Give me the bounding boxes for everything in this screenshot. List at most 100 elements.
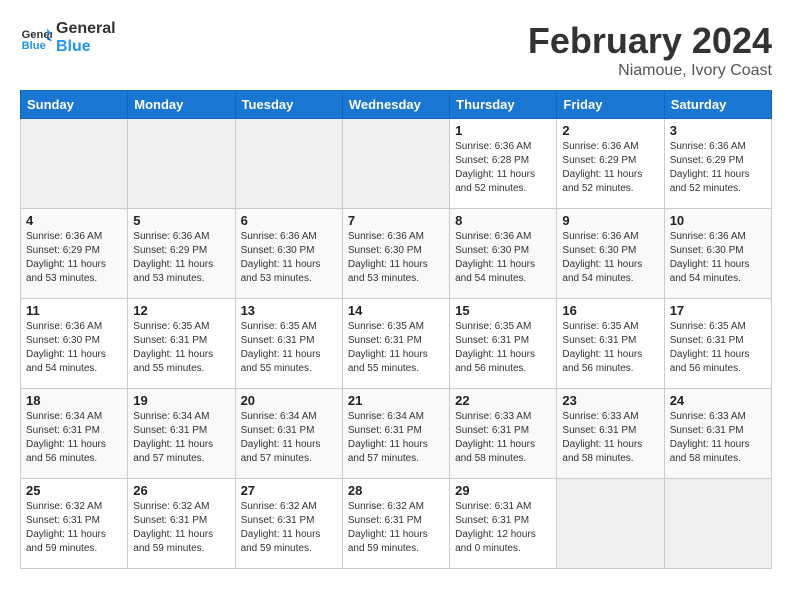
day-info: Sunrise: 6:35 AMSunset: 6:31 PMDaylight:… — [241, 320, 337, 376]
day-info: Sunrise: 6:36 AMSunset: 6:30 PMDaylight:… — [562, 230, 658, 286]
day-info: Sunrise: 6:32 AMSunset: 6:31 PMDaylight:… — [26, 500, 122, 556]
svg-text:Blue: Blue — [22, 40, 46, 52]
calendar-cell — [128, 119, 235, 209]
day-number: 23 — [562, 393, 658, 408]
day-info: Sunrise: 6:36 AMSunset: 6:29 PMDaylight:… — [670, 140, 766, 196]
calendar-cell: 16 Sunrise: 6:35 AMSunset: 6:31 PMDayligh… — [557, 299, 664, 389]
day-info: Sunrise: 6:36 AMSunset: 6:30 PMDaylight:… — [455, 230, 551, 286]
day-info: Sunrise: 6:36 AMSunset: 6:28 PMDaylight:… — [455, 140, 551, 196]
calendar-cell: 28 Sunrise: 6:32 AMSunset: 6:31 PMDayligh… — [342, 479, 449, 569]
logo-blue: Blue — [56, 38, 116, 56]
day-info: Sunrise: 6:34 AMSunset: 6:31 PMDaylight:… — [133, 410, 229, 466]
calendar-cell: 6Sunrise: 6:36 AMSunset: 6:30 PMDaylight… — [235, 209, 342, 299]
day-number: 26 — [133, 483, 229, 498]
calendar-cell — [342, 119, 449, 209]
day-info: Sunrise: 6:35 AMSunset: 6:31 PMDaylight:… — [562, 320, 658, 376]
calendar-cell: 18 Sunrise: 6:34 AMSunset: 6:31 PMDayligh… — [21, 389, 128, 479]
calendar-cell: 27 Sunrise: 6:32 AMSunset: 6:31 PMDayligh… — [235, 479, 342, 569]
day-info: Sunrise: 6:36 AMSunset: 6:29 PMDaylight:… — [133, 230, 229, 286]
calendar-week-3: 18 Sunrise: 6:34 AMSunset: 6:31 PMDayligh… — [21, 389, 772, 479]
day-info: Sunrise: 6:34 AMSunset: 6:31 PMDaylight:… — [26, 410, 122, 466]
logo: General Blue General Blue — [20, 20, 116, 56]
calendar-cell: 9Sunrise: 6:36 AMSunset: 6:30 PMDaylight… — [557, 209, 664, 299]
calendar-week-0: 1 Sunrise: 6:36 AMSunset: 6:28 PMDaylight… — [21, 119, 772, 209]
calendar-cell: 5 Sunrise: 6:36 AMSunset: 6:29 PMDaylight… — [128, 209, 235, 299]
col-tuesday: Tuesday — [235, 91, 342, 119]
day-number: 19 — [133, 393, 229, 408]
calendar-cell — [557, 479, 664, 569]
calendar-cell — [21, 119, 128, 209]
day-number: 12 — [133, 303, 229, 318]
col-wednesday: Wednesday — [342, 91, 449, 119]
col-friday: Friday — [557, 91, 664, 119]
calendar-week-1: 4 Sunrise: 6:36 AMSunset: 6:29 PMDaylight… — [21, 209, 772, 299]
day-info: Sunrise: 6:36 AMSunset: 6:30 PMDaylight:… — [670, 230, 766, 286]
day-number: 2 — [562, 123, 658, 138]
day-info: Sunrise: 6:32 AMSunset: 6:31 PMDaylight:… — [241, 500, 337, 556]
day-number: 22 — [455, 393, 551, 408]
calendar-cell: 25Sunrise: 6:32 AMSunset: 6:31 PMDayligh… — [21, 479, 128, 569]
calendar-table: Sunday Monday Tuesday Wednesday Thursday… — [20, 90, 772, 569]
day-number: 3 — [670, 123, 766, 138]
calendar-cell: 1 Sunrise: 6:36 AMSunset: 6:28 PMDaylight… — [450, 119, 557, 209]
header: General Blue General Blue February 2024 … — [20, 20, 772, 80]
title-area: February 2024 Niamoue, Ivory Coast — [528, 20, 772, 80]
calendar-week-2: 11 Sunrise: 6:36 AMSunset: 6:30 PMDayligh… — [21, 299, 772, 389]
day-number: 17 — [670, 303, 766, 318]
day-info: Sunrise: 6:35 AMSunset: 6:31 PMDaylight:… — [348, 320, 444, 376]
day-info: Sunrise: 6:36 AMSunset: 6:30 PMDaylight:… — [26, 320, 122, 376]
calendar-cell: 29 Sunrise: 6:31 AMSunset: 6:31 PMDayligh… — [450, 479, 557, 569]
calendar-week-4: 25Sunrise: 6:32 AMSunset: 6:31 PMDayligh… — [21, 479, 772, 569]
calendar-cell: 24 Sunrise: 6:33 AMSunset: 6:31 PMDayligh… — [664, 389, 771, 479]
calendar-cell: 23Sunrise: 6:33 AMSunset: 6:31 PMDayligh… — [557, 389, 664, 479]
col-sunday: Sunday — [21, 91, 128, 119]
calendar-cell: 2Sunrise: 6:36 AMSunset: 6:29 PMDaylight… — [557, 119, 664, 209]
logo-general: General — [56, 20, 116, 38]
day-info: Sunrise: 6:36 AMSunset: 6:30 PMDaylight:… — [348, 230, 444, 286]
day-number: 7 — [348, 213, 444, 228]
day-number: 5 — [133, 213, 229, 228]
day-number: 10 — [670, 213, 766, 228]
day-number: 13 — [241, 303, 337, 318]
col-thursday: Thursday — [450, 91, 557, 119]
calendar-cell: 3 Sunrise: 6:36 AMSunset: 6:29 PMDaylight… — [664, 119, 771, 209]
day-info: Sunrise: 6:34 AMSunset: 6:31 PMDaylight:… — [241, 410, 337, 466]
day-number: 28 — [348, 483, 444, 498]
day-number: 16 — [562, 303, 658, 318]
day-number: 24 — [670, 393, 766, 408]
calendar-cell: 26Sunrise: 6:32 AMSunset: 6:31 PMDayligh… — [128, 479, 235, 569]
day-number: 15 — [455, 303, 551, 318]
day-number: 4 — [26, 213, 122, 228]
day-number: 27 — [241, 483, 337, 498]
day-info: Sunrise: 6:31 AMSunset: 6:31 PMDaylight:… — [455, 500, 551, 556]
day-info: Sunrise: 6:36 AMSunset: 6:29 PMDaylight:… — [26, 230, 122, 286]
calendar-cell: 17 Sunrise: 6:35 AMSunset: 6:31 PMDayligh… — [664, 299, 771, 389]
day-info: Sunrise: 6:33 AMSunset: 6:31 PMDaylight:… — [670, 410, 766, 466]
calendar-cell: 11 Sunrise: 6:36 AMSunset: 6:30 PMDayligh… — [21, 299, 128, 389]
calendar-cell: 20Sunrise: 6:34 AMSunset: 6:31 PMDayligh… — [235, 389, 342, 479]
col-saturday: Saturday — [664, 91, 771, 119]
calendar-cell: 19 Sunrise: 6:34 AMSunset: 6:31 PMDayligh… — [128, 389, 235, 479]
col-monday: Monday — [128, 91, 235, 119]
day-info: Sunrise: 6:32 AMSunset: 6:31 PMDaylight:… — [348, 500, 444, 556]
day-info: Sunrise: 6:35 AMSunset: 6:31 PMDaylight:… — [670, 320, 766, 376]
day-info: Sunrise: 6:33 AMSunset: 6:31 PMDaylight:… — [455, 410, 551, 466]
month-title: February 2024 — [528, 20, 772, 62]
day-number: 11 — [26, 303, 122, 318]
day-info: Sunrise: 6:35 AMSunset: 6:31 PMDaylight:… — [133, 320, 229, 376]
day-number: 14 — [348, 303, 444, 318]
day-number: 8 — [455, 213, 551, 228]
calendar-cell: 8 Sunrise: 6:36 AMSunset: 6:30 PMDaylight… — [450, 209, 557, 299]
day-number: 21 — [348, 393, 444, 408]
calendar-cell — [664, 479, 771, 569]
day-info: Sunrise: 6:34 AMSunset: 6:31 PMDaylight:… — [348, 410, 444, 466]
logo-icon: General Blue — [20, 22, 52, 54]
calendar-cell: 15 Sunrise: 6:35 AMSunset: 6:31 PMDayligh… — [450, 299, 557, 389]
calendar-cell: 10 Sunrise: 6:36 AMSunset: 6:30 PMDayligh… — [664, 209, 771, 299]
day-number: 6 — [241, 213, 337, 228]
calendar-cell: 22 Sunrise: 6:33 AMSunset: 6:31 PMDayligh… — [450, 389, 557, 479]
day-info: Sunrise: 6:35 AMSunset: 6:31 PMDaylight:… — [455, 320, 551, 376]
day-number: 29 — [455, 483, 551, 498]
day-number: 1 — [455, 123, 551, 138]
day-number: 18 — [26, 393, 122, 408]
